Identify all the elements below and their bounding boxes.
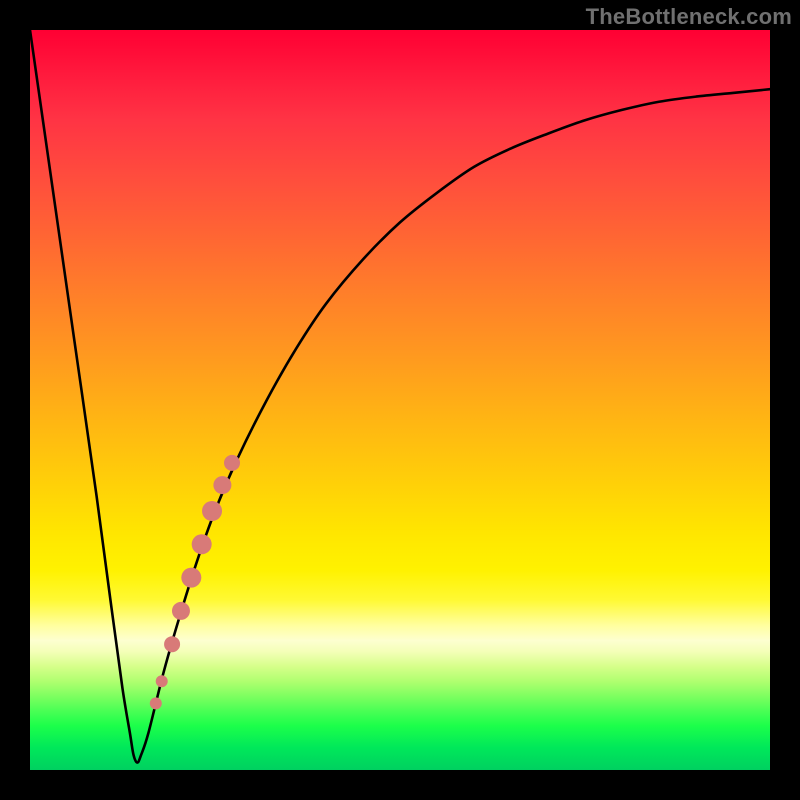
- curve-marker: [202, 501, 222, 521]
- curve-marker: [164, 636, 180, 652]
- curve-marker: [192, 534, 212, 554]
- plot-area: [30, 30, 770, 770]
- curve-marker: [156, 675, 168, 687]
- curve-marker: [224, 455, 240, 471]
- curve-marker: [213, 476, 231, 494]
- curve-marker: [181, 568, 201, 588]
- chart-frame: TheBottleneck.com: [0, 0, 800, 800]
- watermark-text: TheBottleneck.com: [586, 4, 792, 30]
- curve-marker: [150, 697, 162, 709]
- curve-marker: [172, 602, 190, 620]
- bottleneck-curve: [30, 30, 770, 763]
- curve-svg: [30, 30, 770, 770]
